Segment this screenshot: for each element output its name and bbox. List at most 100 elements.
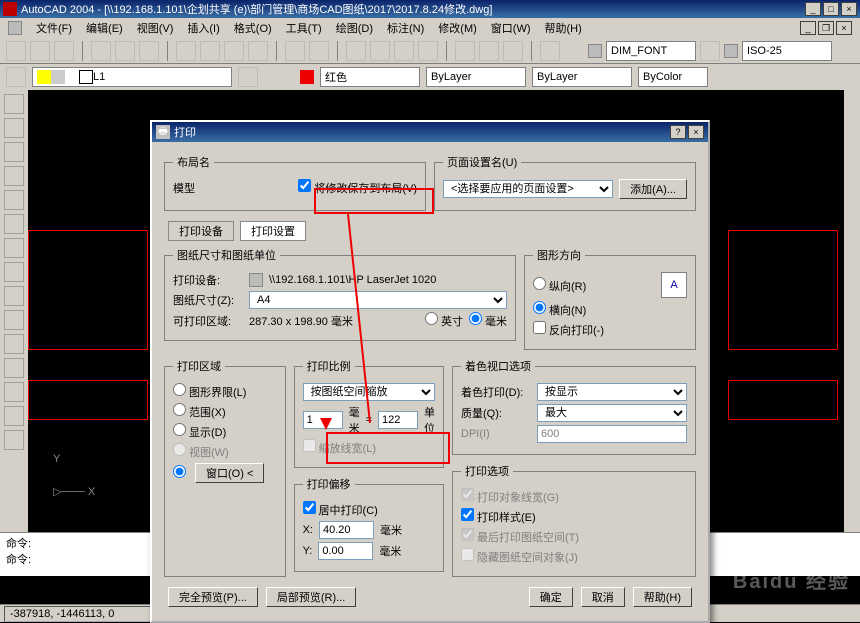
group-legend: 图纸尺寸和图纸单位 xyxy=(173,247,280,263)
watermark: Baidu 经验 xyxy=(733,565,850,594)
portrait-radio[interactable]: 纵向(R) xyxy=(533,277,586,294)
zoomprev-button[interactable] xyxy=(418,41,438,61)
menu-item[interactable]: 绘图(D) xyxy=(336,20,373,36)
point-tool[interactable] xyxy=(4,358,24,378)
page-setup-select[interactable]: <选择要应用的页面设置> xyxy=(443,180,613,198)
maximize-button[interactable]: □ xyxy=(823,2,839,16)
text-tool[interactable] xyxy=(4,430,24,450)
menu-item[interactable]: 视图(V) xyxy=(137,20,174,36)
minimize-button[interactable]: _ xyxy=(805,2,821,16)
window-radio[interactable] xyxy=(173,465,189,481)
tool-palettes-button[interactable] xyxy=(503,41,523,61)
layout-name-group: 布局名 模型 将修改保存到布局(V) xyxy=(164,154,426,211)
menu-item[interactable]: 插入(I) xyxy=(187,20,219,36)
dim-tools-button[interactable] xyxy=(700,41,720,61)
offset-y-input[interactable] xyxy=(318,542,373,560)
dialog-close-button[interactable]: × xyxy=(688,125,704,139)
plot-styles-check[interactable]: 打印样式(E) xyxy=(461,508,536,525)
undo-button[interactable] xyxy=(285,41,305,61)
menu-item[interactable]: 格式(O) xyxy=(234,20,272,36)
dialog-titlebar[interactable]: 🖶 打印 ? × xyxy=(152,122,708,142)
open-button[interactable] xyxy=(30,41,50,61)
copy-button[interactable] xyxy=(200,41,220,61)
preview-button[interactable] xyxy=(115,41,135,61)
units-mm-radio[interactable]: 毫米 xyxy=(469,312,507,329)
cancel-button[interactable]: 取消 xyxy=(581,587,625,607)
lineweight-select[interactable]: ByLayer xyxy=(532,67,632,87)
spline-tool[interactable] xyxy=(4,262,24,282)
tab-plot-settings[interactable]: 打印设置 xyxy=(240,221,306,241)
layer-prev-button[interactable] xyxy=(238,67,258,87)
layer-manager-button[interactable] xyxy=(6,67,26,87)
limits-radio[interactable]: 图形界限(L) xyxy=(173,383,246,400)
zoomwin-button[interactable] xyxy=(394,41,414,61)
app-title: AutoCAD 2004 - [\\192.168.1.101\企划共享 (e)… xyxy=(21,1,805,17)
dimstyle-select[interactable]: DIM_FONT xyxy=(606,41,696,61)
save-button[interactable] xyxy=(54,41,74,61)
display-radio[interactable]: 显示(D) xyxy=(173,423,226,440)
dialog-help-button[interactable]: ? xyxy=(670,125,686,139)
region-tool[interactable] xyxy=(4,406,24,426)
hatch-tool[interactable] xyxy=(4,382,24,402)
polygon-tool[interactable] xyxy=(4,166,24,186)
menu-item[interactable]: 窗口(W) xyxy=(491,20,531,36)
landscape-radio[interactable]: 横向(N) xyxy=(533,301,586,318)
window-pick-button[interactable]: 窗口(O) < xyxy=(195,463,264,483)
xline-tool[interactable] xyxy=(4,118,24,138)
center-check[interactable]: 居中打印(C) xyxy=(303,501,378,518)
scale-unit-input[interactable] xyxy=(378,411,418,429)
rectangle-tool[interactable] xyxy=(4,190,24,210)
textstyle-select[interactable]: ISO-25 xyxy=(742,41,832,61)
full-preview-button[interactable]: 完全预览(P)... xyxy=(168,587,258,607)
tab-plot-device[interactable]: 打印设备 xyxy=(168,221,234,241)
menu-item[interactable]: 文件(F) xyxy=(36,20,72,36)
pan-button[interactable] xyxy=(346,41,366,61)
view-radio: 视图(W) xyxy=(173,443,229,460)
arc-tool[interactable] xyxy=(4,214,24,234)
menu-item[interactable]: 帮助(H) xyxy=(545,20,582,36)
quality-select[interactable]: 最大 xyxy=(537,404,687,422)
menu-item[interactable]: 工具(T) xyxy=(286,20,322,36)
child-close-button[interactable]: × xyxy=(836,21,852,35)
menu-item[interactable]: 编辑(E) xyxy=(86,20,123,36)
paper-size-select[interactable]: A4 xyxy=(249,291,507,309)
props-button[interactable] xyxy=(455,41,475,61)
zoom-button[interactable] xyxy=(370,41,390,61)
offset-x-input[interactable] xyxy=(319,521,374,539)
shade-plot-select[interactable]: 按显示 xyxy=(537,383,687,401)
scale-select[interactable]: 按图纸空间缩放 xyxy=(303,383,435,401)
line-tool[interactable] xyxy=(4,94,24,114)
save-changes-check[interactable]: 将修改保存到布局(V) xyxy=(298,179,417,196)
help-button[interactable] xyxy=(540,41,560,61)
extents-radio[interactable]: 范围(X) xyxy=(173,403,226,420)
linetype-select[interactable]: ByLayer xyxy=(426,67,526,87)
paste-button[interactable] xyxy=(224,41,244,61)
vertical-scrollbar[interactable] xyxy=(844,90,860,538)
add-page-setup-button[interactable]: 添加(A)... xyxy=(619,179,687,199)
matchprop-button[interactable] xyxy=(248,41,268,61)
ellipse-tool[interactable] xyxy=(4,286,24,306)
reverse-check[interactable]: 反向打印(-) xyxy=(533,321,604,338)
layer-select[interactable]: L1 xyxy=(32,67,232,87)
child-restore-button[interactable]: ❐ xyxy=(818,21,834,35)
partial-preview-button[interactable]: 局部预览(R)... xyxy=(266,587,356,607)
menu-item[interactable]: 标注(N) xyxy=(387,20,424,36)
menu-item[interactable]: 修改(M) xyxy=(438,20,477,36)
ok-button[interactable]: 确定 xyxy=(529,587,573,607)
block-tool[interactable] xyxy=(4,334,24,354)
help-button[interactable]: 帮助(H) xyxy=(633,587,692,607)
plotstyle-select[interactable]: ByColor xyxy=(638,67,708,87)
new-button[interactable] xyxy=(6,41,26,61)
cut-button[interactable] xyxy=(176,41,196,61)
color-select[interactable]: 红色 xyxy=(320,67,420,87)
units-inch-radio[interactable]: 英寸 xyxy=(425,312,463,329)
insert-tool[interactable] xyxy=(4,310,24,330)
design-center-button[interactable] xyxy=(479,41,499,61)
print-button[interactable] xyxy=(91,41,111,61)
child-minimize-button[interactable]: _ xyxy=(800,21,816,35)
publish-button[interactable] xyxy=(139,41,159,61)
close-button[interactable]: × xyxy=(841,2,857,16)
polyline-tool[interactable] xyxy=(4,142,24,162)
circle-tool[interactable] xyxy=(4,238,24,258)
redo-button[interactable] xyxy=(309,41,329,61)
